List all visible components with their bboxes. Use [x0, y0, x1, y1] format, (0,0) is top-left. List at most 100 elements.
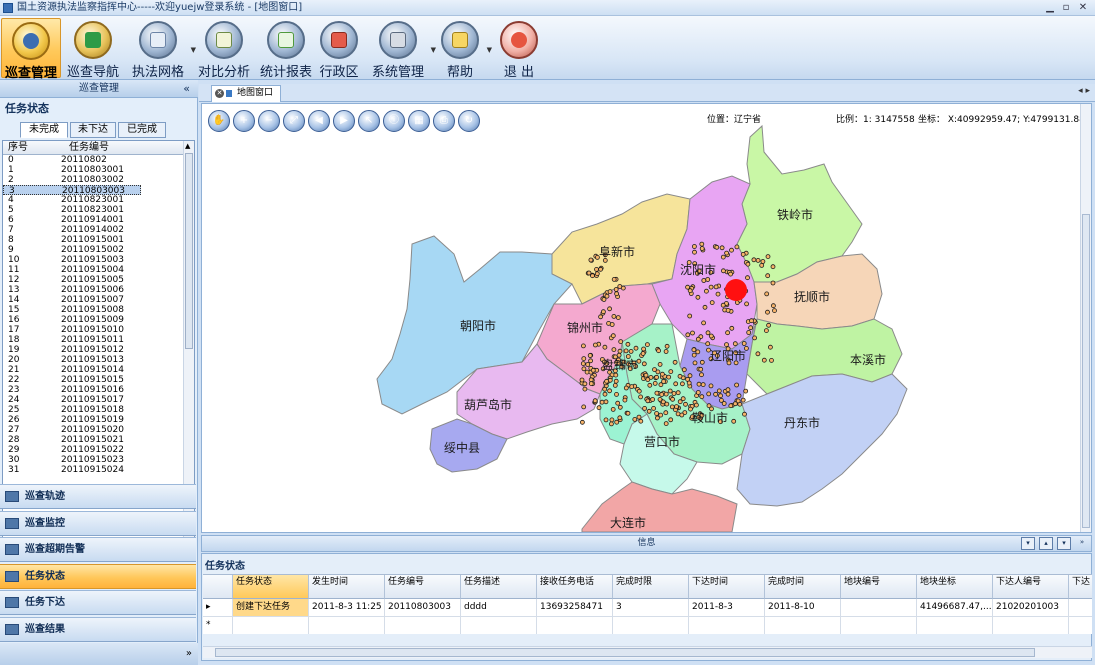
list-item[interactable]: 22 20110915015: [3, 375, 184, 385]
list-item[interactable]: 13 20110915006: [3, 285, 184, 295]
list-item[interactable]: 10 20110915003: [3, 255, 184, 265]
grid-column-header[interactable]: 完成时限: [613, 575, 689, 599]
list-item[interactable]: 0 20110802: [3, 155, 184, 165]
tab-completed[interactable]: 已完成: [118, 122, 166, 138]
grid-column-header[interactable]: 任务编号: [385, 575, 461, 599]
scroll-thumb[interactable]: [1082, 214, 1090, 528]
grid-column-header[interactable]: 地块坐标: [917, 575, 993, 599]
grid-column-header[interactable]: 地块编号: [841, 575, 917, 599]
nav-item[interactable]: 巡查监控: [0, 510, 196, 536]
ribbon-statistics-report[interactable]: 统计报表: [257, 18, 315, 80]
ribbon-patrol-management[interactable]: 巡查管理: [1, 18, 61, 81]
ribbon-exit[interactable]: 退 出: [496, 18, 542, 80]
grid-column-header[interactable]: 完成时间: [765, 575, 841, 599]
close-button[interactable]: ✕: [1076, 2, 1090, 14]
list-item[interactable]: 8 20110915001: [3, 235, 184, 245]
list-item[interactable]: 28 20110915021: [3, 435, 184, 445]
column-header-index[interactable]: 序号: [8, 141, 28, 154]
grid-column-header[interactable]: 下达人编号: [993, 575, 1069, 599]
list-item[interactable]: 21 20110915014: [3, 365, 184, 375]
list-item[interactable]: 6 20110914001: [3, 215, 184, 225]
grid-cell-empty[interactable]: [1069, 617, 1092, 634]
list-item[interactable]: 12 20110915005: [3, 275, 184, 285]
tab-not-issued[interactable]: 未下达: [70, 122, 116, 138]
collapse-panel-icon[interactable]: «: [183, 80, 190, 98]
grid-cell-empty[interactable]: [841, 617, 917, 634]
grid-cell[interactable]: 41496687.47,...: [917, 599, 993, 617]
grid-scrollbar[interactable]: [203, 646, 1092, 658]
ribbon-patrol-navigation[interactable]: 巡查导航: [64, 18, 122, 80]
list-item[interactable]: 17 20110915010: [3, 325, 184, 335]
list-item[interactable]: 2 20110803002: [3, 175, 184, 185]
grid-cell[interactable]: 2011-8-3 11:25: [309, 599, 385, 617]
grid-cell[interactable]: [1069, 599, 1092, 617]
grid-cell-empty[interactable]: [765, 617, 841, 634]
grid-cell-empty[interactable]: [461, 617, 537, 634]
list-item[interactable]: 27 20110915020: [3, 425, 184, 435]
list-item[interactable]: 31 20110915024: [3, 465, 184, 475]
grid-cell[interactable]: 创建下达任务: [233, 599, 309, 617]
panel-up-button[interactable]: ▴: [1039, 537, 1053, 550]
scroll-thumb[interactable]: [185, 153, 193, 349]
list-item[interactable]: 1 20110803001: [3, 165, 184, 175]
list-item[interactable]: 18 20110915011: [3, 335, 184, 345]
ribbon-administrative-region[interactable]: 行政区: [316, 18, 362, 80]
nav-item[interactable]: 巡查超期告警: [0, 537, 196, 562]
scroll-up-icon[interactable]: ▲: [185, 142, 190, 150]
grid-column-header[interactable]: 任务描述: [461, 575, 537, 599]
nav-item[interactable]: 任务状态: [0, 563, 196, 589]
list-item[interactable]: 3 20110803003: [3, 185, 141, 196]
expand-icon[interactable]: »: [186, 648, 192, 659]
list-item[interactable]: 16 20110915009: [3, 315, 184, 325]
grid-column-header[interactable]: 发生时间: [309, 575, 385, 599]
grid-cell-empty[interactable]: [689, 617, 765, 634]
minimize-button[interactable]: ▁: [1043, 2, 1057, 14]
grid-cell-empty[interactable]: [993, 617, 1069, 634]
nav-item[interactable]: 巡查结果: [0, 616, 196, 642]
grid-cell-empty[interactable]: [233, 617, 309, 634]
list-item[interactable]: 23 20110915016: [3, 385, 184, 395]
grid-cell[interactable]: 21020201003: [993, 599, 1069, 617]
grid-column-header[interactable]: 下达时间: [689, 575, 765, 599]
grid-cell-empty[interactable]: [537, 617, 613, 634]
scroll-thumb[interactable]: [215, 648, 1035, 657]
list-item[interactable]: 14 20110915007: [3, 295, 184, 305]
list-item[interactable]: 29 20110915022: [3, 445, 184, 455]
panel-minimize-button[interactable]: ▾: [1057, 537, 1071, 550]
grid-cell-empty[interactable]: [917, 617, 993, 634]
grid-cell[interactable]: 13693258471: [537, 599, 613, 617]
grid-column-header[interactable]: 下达: [1069, 575, 1092, 599]
ribbon-comparison-analysis[interactable]: 对比分析: [194, 18, 254, 80]
grid-cell[interactable]: 2011-8-10: [765, 599, 841, 617]
list-item[interactable]: 4 20110823001: [3, 195, 184, 205]
tab-map-window[interactable]: ✕ 地图窗口: [211, 85, 281, 102]
panel-more-button[interactable]: »: [1075, 537, 1089, 550]
grid-column-header[interactable]: 接收任务电话: [537, 575, 613, 599]
column-header-task-id[interactable]: 任务编号: [69, 141, 109, 154]
list-item[interactable]: 7 20110914002: [3, 225, 184, 235]
restore-button[interactable]: ▫: [1059, 2, 1073, 14]
ribbon-enforcement-grid[interactable]: 执法网格 ▼: [128, 18, 196, 80]
map-scrollbar[interactable]: [1080, 104, 1091, 532]
nav-item[interactable]: 任务下达: [0, 590, 196, 615]
grid-cell[interactable]: [841, 599, 917, 617]
grid-cell[interactable]: 3: [613, 599, 689, 617]
panel-down-button[interactable]: ▾: [1021, 537, 1035, 550]
ribbon-help[interactable]: 帮助 ▼: [436, 18, 492, 80]
list-item[interactable]: 19 20110915012: [3, 345, 184, 355]
nav-item[interactable]: 巡查轨迹: [0, 484, 196, 509]
grid-cell[interactable]: 2011-8-3: [689, 599, 765, 617]
task-status-tab[interactable]: 任务状态: [205, 557, 245, 572]
province-map[interactable]: 铁岭市阜新市沈阳市抚顺市朝阳市 锦州市辽阳市 本溪市葫芦岛市鞍山市 丹东市绥中县 营口市…: [202, 104, 1082, 532]
list-item[interactable]: 26 20110915019: [3, 415, 184, 425]
list-item[interactable]: 20 20110915013: [3, 355, 184, 365]
list-item[interactable]: 30 20110915023: [3, 455, 184, 465]
grid-column-header[interactable]: 任务状态: [233, 575, 309, 599]
map-window[interactable]: ✋ + − ⤢ ◀ ▶ ↖ ⓘ ▦ ⎙ ↻ 位置：辽宁省 比例：1: 3147558 坐标： X:4…: [201, 103, 1092, 533]
grid-cell[interactable]: 20110803003: [385, 599, 461, 617]
list-item[interactable]: 9 20110915002: [3, 245, 184, 255]
list-item[interactable]: 25 20110915018: [3, 405, 184, 415]
ribbon-system-management[interactable]: 系统管理 ▼: [368, 18, 436, 80]
tab-incomplete[interactable]: 未完成: [20, 122, 68, 138]
dropdown-arrow-icon[interactable]: ▼: [487, 46, 492, 54]
